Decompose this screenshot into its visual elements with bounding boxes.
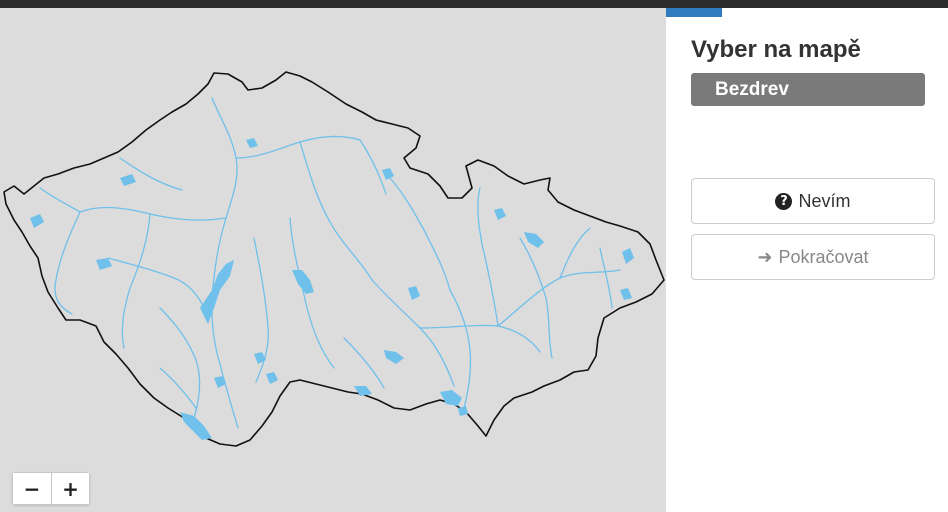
question-circle-icon: ? bbox=[775, 192, 793, 210]
zoom-control: − + bbox=[12, 472, 90, 505]
page-title: Vyber na mapě bbox=[691, 36, 861, 63]
dont-know-label: Nevím bbox=[798, 190, 851, 211]
continue-button[interactable]: ➜ Pokračovat bbox=[691, 234, 935, 280]
target-place-badge: Bezdrev bbox=[691, 73, 925, 106]
continue-label: Pokračovat bbox=[778, 246, 869, 267]
zoom-in-button[interactable]: + bbox=[51, 473, 89, 504]
dont-know-button[interactable]: ? Nevím bbox=[691, 178, 935, 224]
map-canvas[interactable] bbox=[0, 8, 666, 512]
map-area[interactable]: − + bbox=[0, 8, 666, 512]
side-panel: Vyber na mapě Bezdrev ? Nevím ➜ Pokračov… bbox=[666, 8, 948, 512]
arrow-right-icon: ➜ bbox=[757, 246, 773, 268]
top-bar bbox=[0, 0, 948, 8]
active-tab-indicator[interactable] bbox=[666, 8, 722, 17]
zoom-out-button[interactable]: − bbox=[13, 473, 51, 504]
panel-tabs bbox=[666, 8, 948, 17]
